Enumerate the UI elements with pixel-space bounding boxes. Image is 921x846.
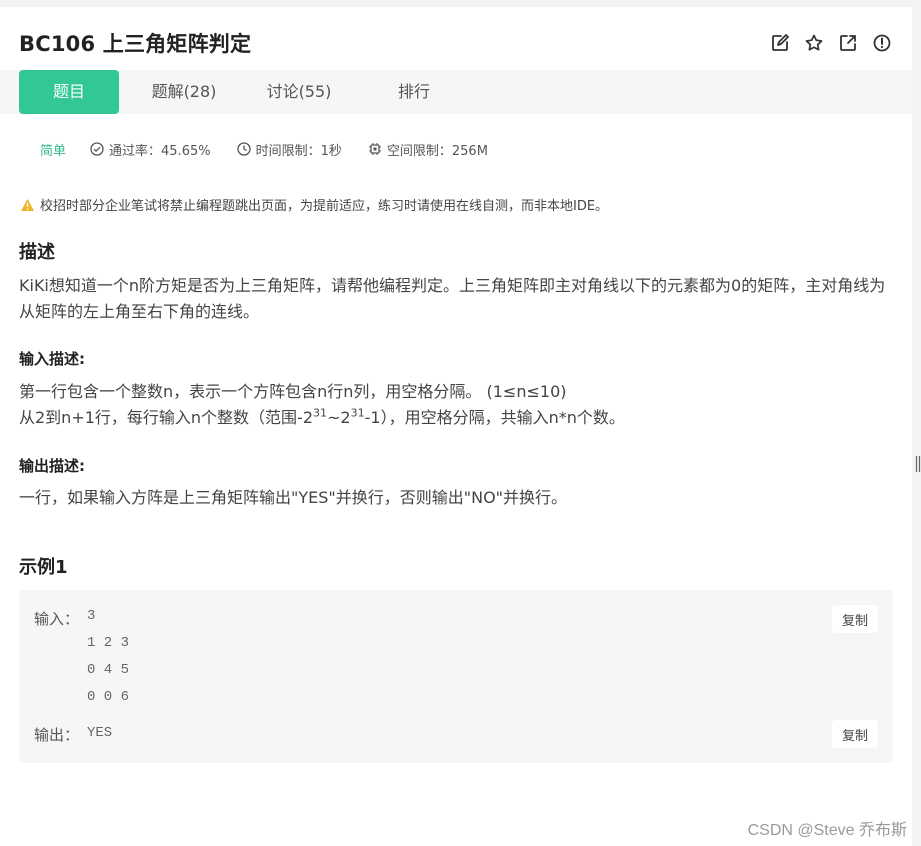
space-limit-text: 空间限制：256M: [386, 143, 488, 159]
tab-discussion[interactable]: 讨论(55): [249, 70, 349, 114]
page-title: BC106 上三角矩阵判定: [19, 32, 252, 56]
problem-meta: 简单 通过率：45.65% 时间限制：1秒 空间限制：256M: [40, 139, 514, 159]
tab-bar: 题目 题解(28) 讨论(55) 排行: [0, 70, 912, 114]
edit-icon[interactable]: [770, 33, 790, 53]
title-row: BC106 上三角矩阵判定: [19, 29, 892, 59]
example-output-value: YES: [87, 725, 113, 741]
tab-problem[interactable]: 题目: [19, 70, 119, 114]
warning-icon: [21, 198, 34, 211]
clock-icon: [236, 142, 251, 156]
title-actions: [770, 33, 892, 53]
time-limit: 时间限制：1秒: [236, 140, 342, 159]
check-circle-icon: [90, 142, 104, 156]
time-limit-text: 时间限制：1秒: [255, 143, 342, 159]
space-limit: 空间限制：256M: [368, 140, 488, 159]
description-heading: 描述: [19, 242, 55, 263]
example-heading: 示例1: [19, 557, 68, 578]
input-desc-line-1: 第一行包含一个整数n，表示一个方阵包含n行n列，用空格分隔。 (1≤n≤10): [19, 382, 567, 401]
info-icon[interactable]: [872, 33, 892, 53]
pass-rate-text: 通过率：45.65%: [109, 143, 211, 159]
output-desc-heading: 输出描述:: [19, 457, 85, 475]
example-input-line: 1 2 3: [87, 635, 130, 651]
example-input-label: 输入：: [34, 610, 80, 628]
watermark: CSDN @Steve 乔布斯: [747, 822, 907, 839]
tab-ranking[interactable]: 排行: [364, 70, 464, 114]
notice-text: 校招时部分企业笔试将禁止编程题跳出页面，为提前适应，练习时请使用在线自测，而非本…: [40, 199, 609, 214]
external-link-icon[interactable]: [838, 33, 858, 53]
description-text: KiKi想知道一个n阶方矩是否为上三角矩阵，请帮他编程判定。上三角矩阵即主对角线…: [19, 276, 886, 321]
example-output-label: 输出：: [34, 726, 80, 744]
tab-solutions[interactable]: 题解(28): [134, 70, 234, 114]
input-desc-line-2: 从2到n+1行，每行输入n个整数（范围-231~231-1），用空格分隔，共输入…: [19, 406, 625, 427]
notice-banner: 校招时部分企业笔试将禁止编程题跳出页面，为提前适应，练习时请使用在线自测，而非本…: [20, 195, 608, 214]
copy-output-button[interactable]: 复制: [832, 720, 878, 748]
example-input-line: 3: [87, 608, 96, 624]
copy-input-button[interactable]: 复制: [832, 605, 878, 633]
chip-icon: [368, 143, 381, 155]
input-desc-heading: 输入描述:: [19, 350, 85, 368]
problem-card: BC106 上三角矩阵判定 题目 题解(28) 讨论(55) 排行 简单 通过率…: [0, 7, 912, 846]
example-input-line: 0 0 6: [87, 689, 130, 705]
output-desc-text: 一行，如果输入方阵是上三角矩阵输出"YES"并换行，否则输出"NO"并换行。: [19, 488, 568, 507]
difficulty-badge: 简单: [40, 143, 67, 159]
resize-handle[interactable]: [915, 455, 921, 473]
pass-rate: 通过率：45.65%: [90, 140, 211, 159]
example-input-line: 0 4 5: [87, 662, 130, 678]
example-box: 输入： 3 1 2 3 0 4 5 0 0 6 复制 输出： YES 复制: [19, 590, 893, 763]
input-desc-text: 第一行包含一个整数n，表示一个方阵包含n行n列，用空格分隔。 (1≤n≤10) …: [19, 379, 890, 431]
star-icon[interactable]: [804, 33, 824, 53]
